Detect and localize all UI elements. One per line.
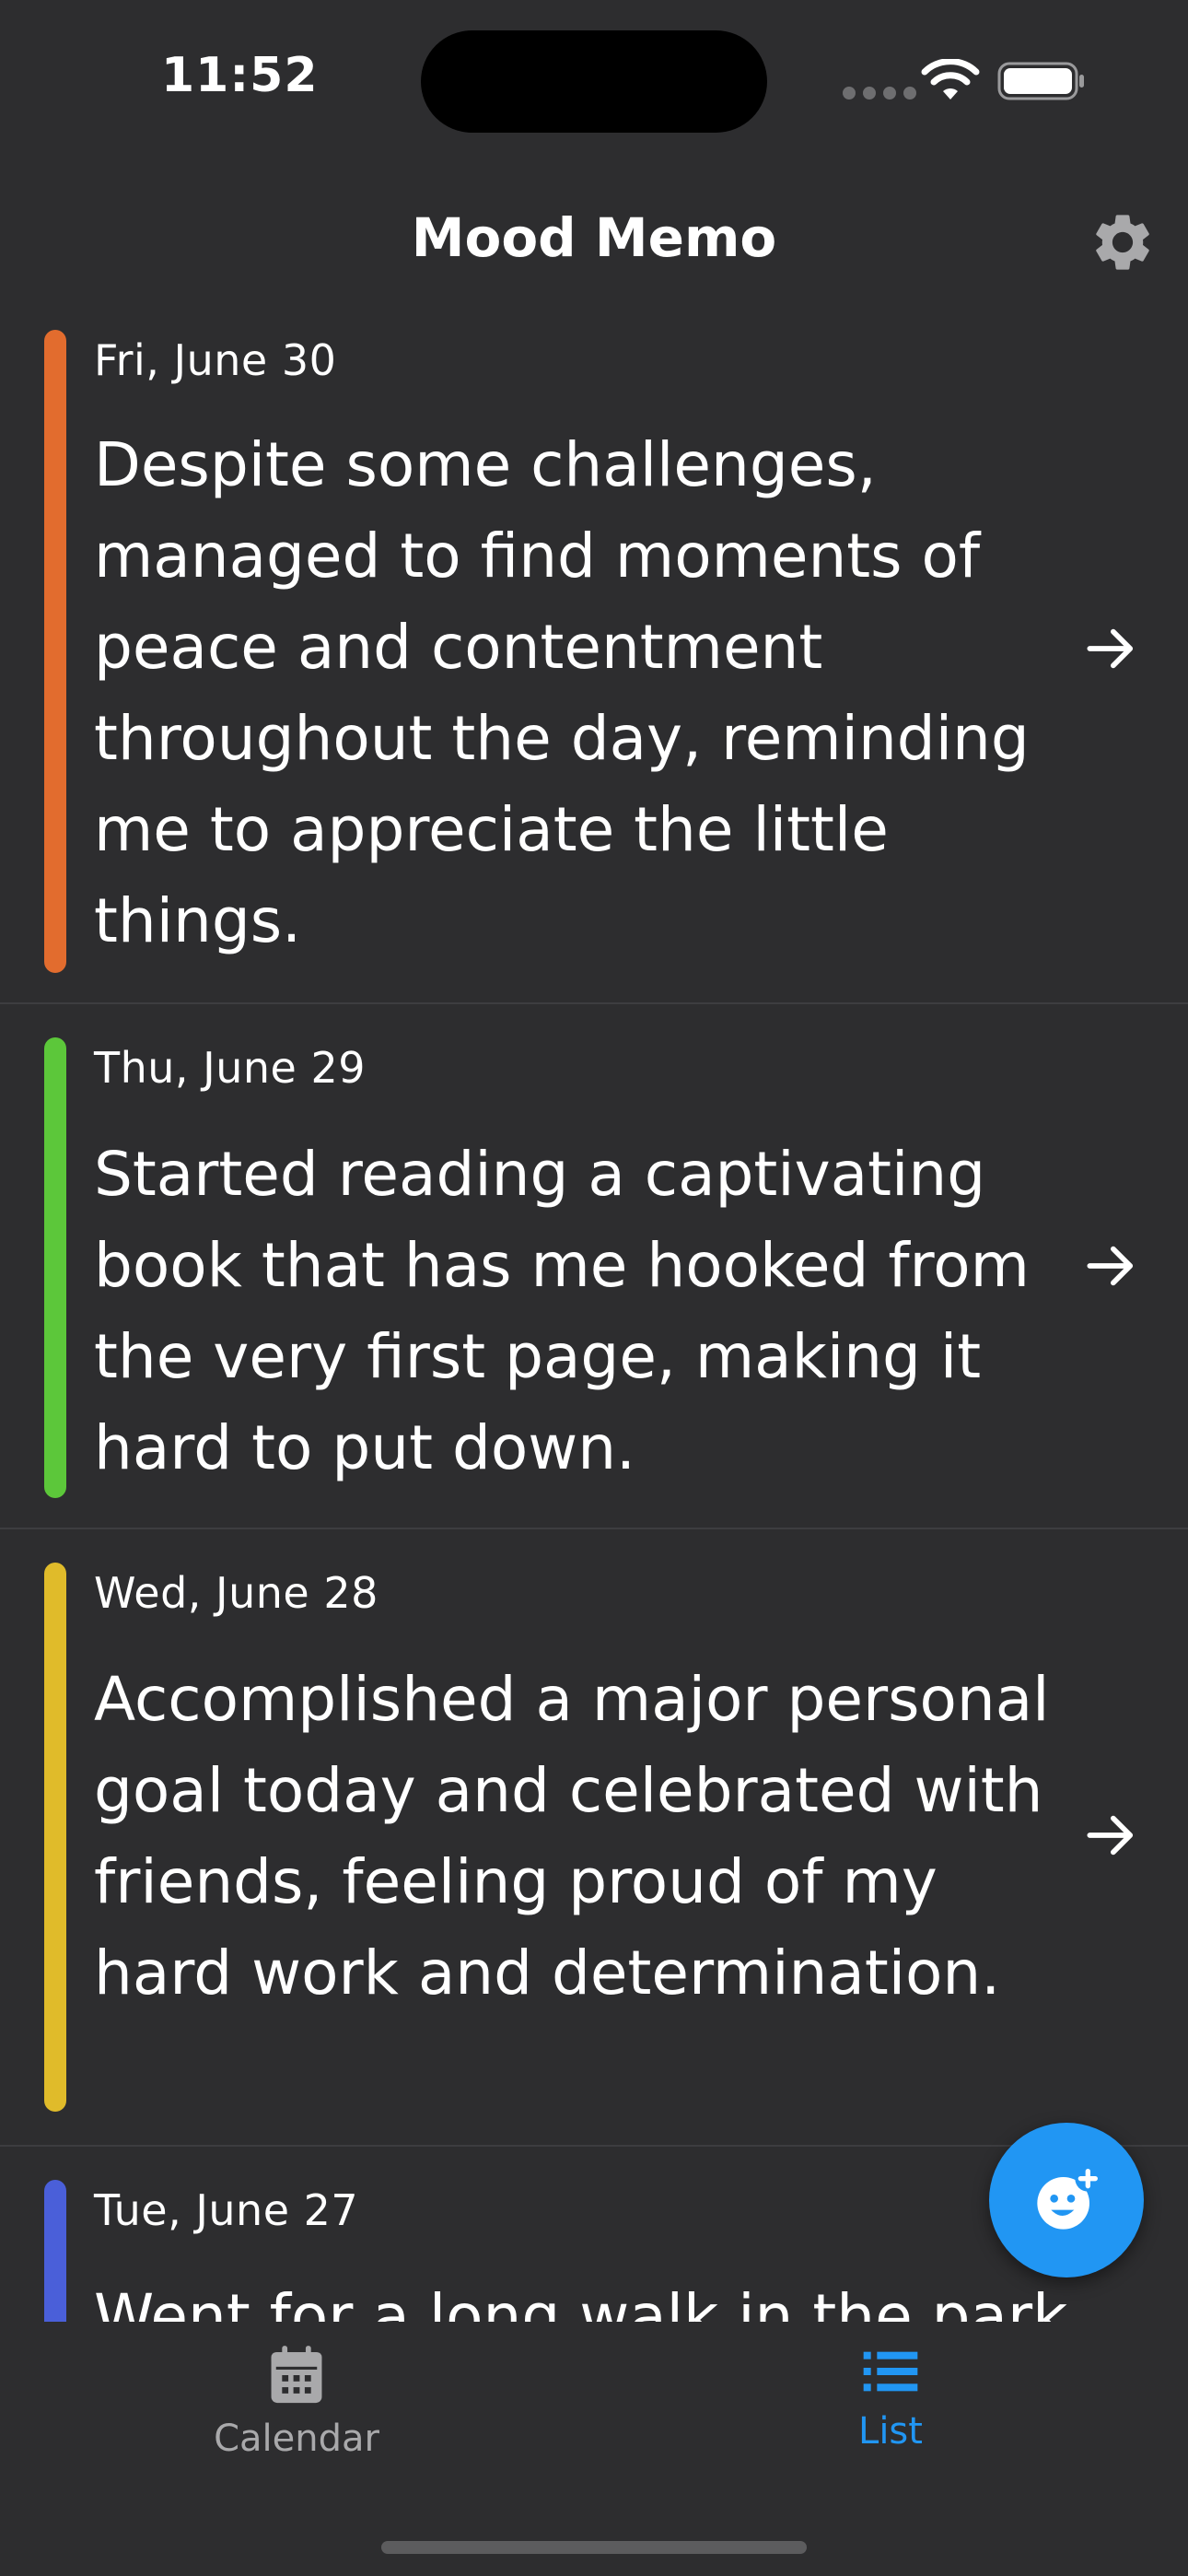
- add-mood-icon: [1037, 2165, 1101, 2230]
- entry-date: Wed, June 28: [94, 1568, 379, 1618]
- mood-color-bar: [44, 2180, 66, 2322]
- tab-list-label: List: [858, 2410, 923, 2453]
- list-item[interactable]: Wed, June 28 Accomplished a major person…: [0, 1529, 1188, 2147]
- entry-text: Started reading a captivating book that …: [94, 1139, 1030, 1483]
- page-title: Mood Memo: [411, 206, 777, 269]
- home-indicator: [381, 2541, 807, 2554]
- dynamic-island: [421, 30, 767, 133]
- mood-color-bar: [44, 1563, 66, 2112]
- arrow-right-icon[interactable]: [1079, 617, 1142, 680]
- wifi-icon: [921, 59, 980, 100]
- tab-list[interactable]: List: [725, 2344, 1056, 2510]
- list-item[interactable]: Fri, June 30 Despite some challenges, ma…: [0, 304, 1188, 1004]
- cellular-signal-icon: [843, 87, 916, 100]
- tab-calendar[interactable]: Calendar: [131, 2344, 462, 2510]
- mood-color-bar: [44, 1037, 66, 1498]
- arrow-right-icon[interactable]: [1079, 1235, 1142, 1297]
- mood-color-bar: [44, 330, 66, 973]
- entry-date: Thu, June 29: [94, 1043, 366, 1093]
- list-icon: [863, 2351, 918, 2392]
- add-mood-button[interactable]: [989, 2123, 1144, 2277]
- calendar-icon: [271, 2346, 322, 2404]
- entry-date: Fri, June 30: [94, 335, 337, 385]
- entry-text: Despite some challenges, managed to find…: [94, 429, 1030, 956]
- status-bar: 11:52: [0, 0, 1188, 157]
- app-header: Mood Memo: [0, 184, 1188, 304]
- gear-icon[interactable]: [1089, 208, 1157, 276]
- tab-calendar-label: Calendar: [214, 2418, 379, 2460]
- arrow-right-icon[interactable]: [1079, 1804, 1142, 1867]
- bottom-navigation: Calendar List: [0, 2322, 1188, 2576]
- mood-entry-list: Fri, June 30 Despite some challenges, ma…: [0, 304, 1188, 2322]
- battery-icon: [997, 62, 1084, 100]
- status-time: 11:52: [161, 48, 319, 103]
- entry-text: Accomplished a major personal goal today…: [94, 1664, 1050, 2008]
- entry-text: Went for a long walk in the park: [94, 2281, 1068, 2322]
- list-item[interactable]: Thu, June 29 Started reading a captivati…: [0, 1004, 1188, 1529]
- entry-date: Tue, June 27: [94, 2185, 359, 2235]
